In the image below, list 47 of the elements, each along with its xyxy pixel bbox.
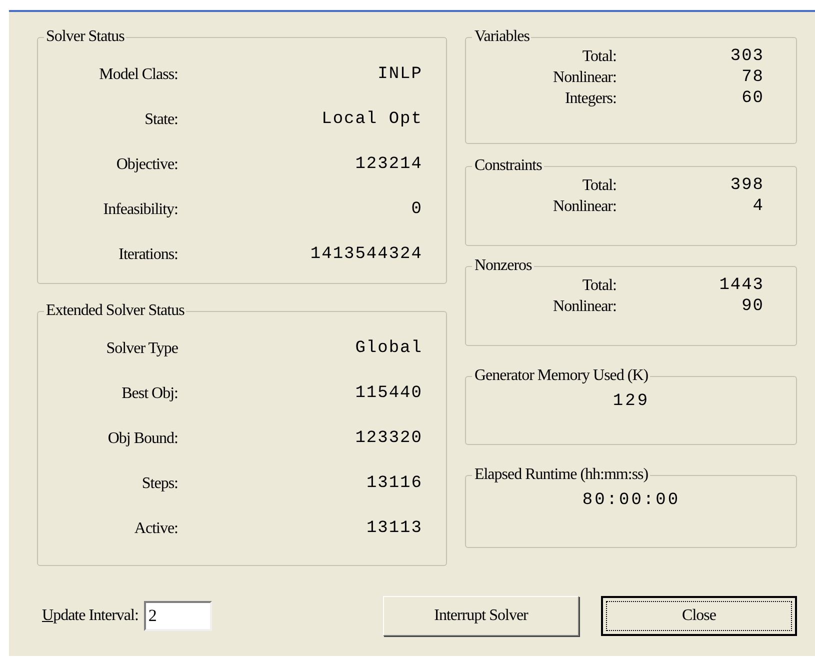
field-label: Integers:: [564, 88, 616, 108]
field-value: 80:00:00: [582, 490, 680, 512]
field-value: 60: [740, 88, 765, 110]
field-value: 123320: [354, 428, 424, 450]
group-title: Generator Memory Used (K): [473, 367, 650, 385]
field-value: 4: [752, 196, 765, 218]
field-label: Objective:: [115, 154, 178, 174]
field-label: Active:: [133, 518, 178, 538]
group-title: Solver Status: [45, 28, 126, 46]
field-label: Nonlinear:: [552, 68, 616, 88]
field-value: 78: [740, 66, 765, 89]
field-label: Total:: [581, 46, 616, 66]
field-label: Infeasibility:: [102, 200, 178, 220]
field-label: Iterations:: [118, 244, 178, 264]
field-value: 0: [410, 198, 424, 221]
field-value: 398: [729, 174, 765, 197]
field-value: Global: [354, 338, 424, 360]
group-title: Constraints: [473, 157, 543, 175]
group-title: Extended Solver Status: [45, 302, 186, 320]
field-label: State:: [144, 110, 178, 130]
field-value: 115440: [354, 382, 424, 405]
field-value: 90: [740, 296, 765, 318]
field-value: Local Opt: [320, 108, 424, 131]
field-label: Nonlinear:: [552, 296, 616, 316]
field-value: 303: [729, 46, 765, 68]
field-value: 13113: [365, 518, 424, 540]
field-label: Best Obj:: [120, 384, 178, 404]
field-label: Update Interval:: [42, 606, 138, 626]
default-button[interactable]: Close: [601, 596, 797, 636]
field-value: INLP: [376, 64, 424, 86]
field-value: 123214: [354, 154, 424, 176]
field-value: 1443: [718, 274, 765, 297]
group-title: Elapsed Runtime (hh:mm:ss): [473, 466, 650, 484]
group-title: Variables: [473, 28, 530, 46]
field-label: Total:: [581, 276, 616, 296]
field-label: Obj Bound:: [106, 428, 178, 448]
group-title: Nonzeros: [473, 257, 533, 275]
field-label: Solver Type: [105, 338, 178, 358]
field-value: 1413544324: [309, 244, 424, 266]
field-value: 129: [612, 391, 650, 413]
field-value: 13116: [365, 472, 424, 495]
field-label: Steps:: [140, 474, 178, 494]
input-field[interactable]: 2: [144, 601, 212, 631]
field-label: Nonlinear:: [552, 196, 616, 216]
push-button[interactable]: Interrupt Solver: [383, 596, 579, 636]
field-label: Total:: [581, 176, 616, 196]
field-label: Model Class:: [98, 64, 178, 84]
